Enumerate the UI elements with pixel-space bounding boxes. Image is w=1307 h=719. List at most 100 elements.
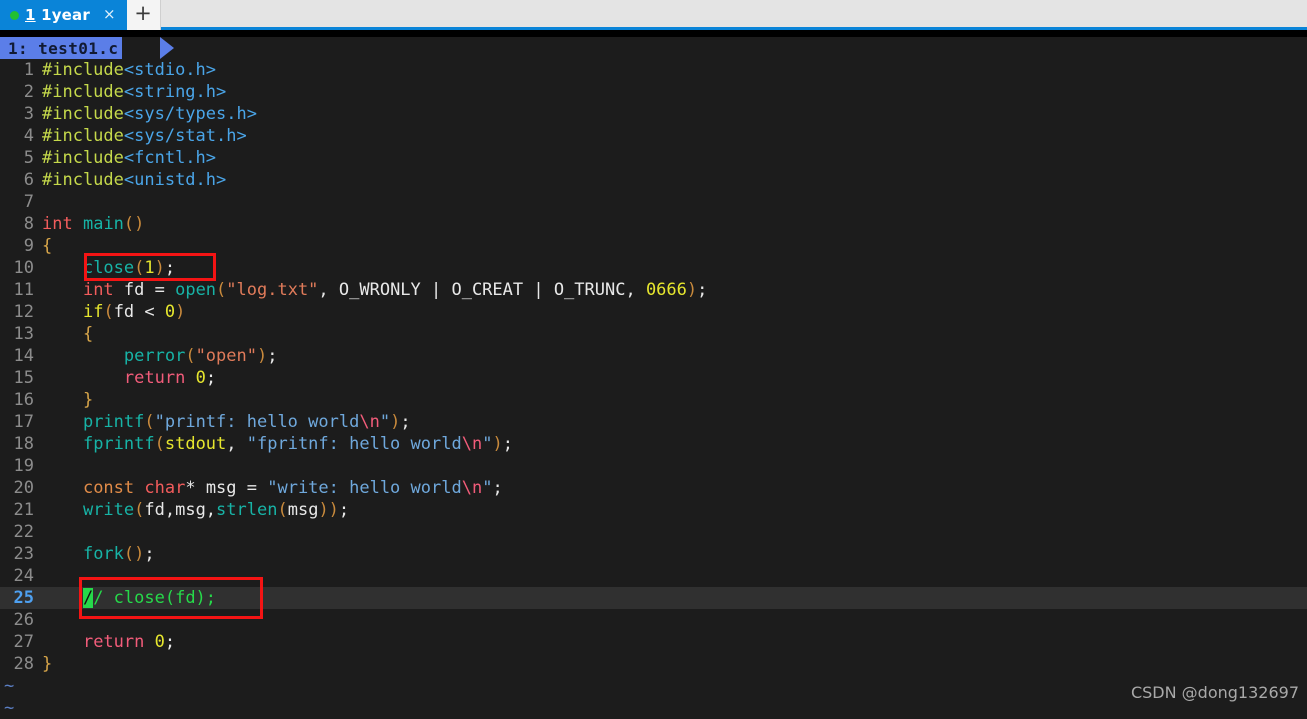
code-line-4[interactable]: 4#include<sys/stat.h> [0,125,1307,147]
code-token [42,588,83,608]
code-token: "open" [196,346,257,366]
code-line-21[interactable]: 21 write(fd,msg,strlen(msg)); [0,499,1307,521]
code-line-9[interactable]: 9{ [0,235,1307,257]
code-token: #include [42,104,124,124]
line-number: 19 [0,455,42,477]
code-token: * msg = [185,478,267,498]
code-token: ) [492,434,502,454]
code-token: ) [155,258,165,278]
code-token [42,478,83,498]
code-line-15[interactable]: 15 return 0; [0,367,1307,389]
code-token: printf [83,412,144,432]
code-token: int [42,214,73,234]
code-token: ; [144,544,154,564]
code-token [144,632,154,652]
code-line-1[interactable]: 1#include<stdio.h> [0,59,1307,81]
tab-bar-empty-area[interactable] [161,0,1307,30]
code-token: char [144,478,185,498]
line-number: 7 [0,191,42,213]
terminal-tab-1year[interactable]: 1 1year × [0,0,127,30]
code-line-27[interactable]: 27 return 0; [0,631,1307,653]
code-token [42,280,83,300]
line-number: 3 [0,103,42,125]
close-icon[interactable]: × [100,7,119,24]
watermark-text: CSDN @dong132697 [1131,683,1299,702]
tab-title: 1 1year [25,6,90,24]
code-token: { [83,324,93,344]
code-token: fd,msg, [144,500,216,520]
code-line-7[interactable]: 7 [0,191,1307,213]
code-line-14[interactable]: 14 perror("open"); [0,345,1307,367]
code-line-6[interactable]: 6#include<unistd.h> [0,169,1307,191]
code-text: #include<stdio.h> [42,59,1307,81]
code-token: #include [42,82,124,102]
terminal-tab-bar: 1 1year × + [0,0,1307,30]
code-token: ) [257,346,267,366]
code-text: #include<sys/types.h> [42,103,1307,125]
code-token: ( [144,412,154,432]
code-token: open [175,280,216,300]
code-token: \n [462,478,482,498]
code-token: <string.h> [124,82,226,102]
code-line-8[interactable]: 8int main() [0,213,1307,235]
code-text: if(fd < 0) [42,301,1307,323]
code-token: ( [185,346,195,366]
code-text: return 0; [42,367,1307,389]
code-token [73,214,83,234]
code-text: close(1); [42,257,1307,279]
code-line-22[interactable]: 22 [0,521,1307,543]
code-line-20[interactable]: 20 const char* msg = "write: hello world… [0,477,1307,499]
buffer-tab-test01-c[interactable]: 1: test01.c [0,37,122,59]
code-token: "log.txt" [226,280,318,300]
code-token: , O_WRONLY | O_CREAT | O_TRUNC, [318,280,646,300]
code-line-25[interactable]: 25 // close(fd); [0,587,1307,609]
code-token [42,258,83,278]
code-token: close [83,258,134,278]
code-token: "fpritnf: hello world [247,434,462,454]
code-line-16[interactable]: 16 } [0,389,1307,411]
code-line-28[interactable]: 28} [0,653,1307,675]
code-token [42,302,83,322]
code-token: fd = [114,280,175,300]
code-token: " [482,434,492,454]
code-text: #include<fcntl.h> [42,147,1307,169]
code-editor[interactable]: 1#include<stdio.h>2#include<string.h>3#i… [0,59,1307,674]
line-number: 1 [0,59,42,81]
code-line-12[interactable]: 12 if(fd < 0) [0,301,1307,323]
code-text: #include<sys/stat.h> [42,125,1307,147]
code-token: ; [267,346,277,366]
code-line-17[interactable]: 17 printf("printf: hello world\n"); [0,411,1307,433]
code-token: ) [175,302,185,322]
code-token: )) [318,500,338,520]
line-number: 23 [0,543,42,565]
code-line-18[interactable]: 18 fprintf(stdout, "fpritnf: hello world… [0,433,1307,455]
code-line-10[interactable]: 10 close(1); [0,257,1307,279]
code-token: <unistd.h> [124,170,226,190]
line-number: 10 [0,257,42,279]
code-text: #include<unistd.h> [42,169,1307,191]
code-line-5[interactable]: 5#include<fcntl.h> [0,147,1307,169]
code-line-3[interactable]: 3#include<sys/types.h> [0,103,1307,125]
code-token: { [42,236,52,256]
code-line-24[interactable]: 24 [0,565,1307,587]
code-text: { [42,323,1307,345]
code-line-2[interactable]: 2#include<string.h> [0,81,1307,103]
vim-tabline: 1: test01.c [0,37,1307,59]
line-number: 24 [0,565,42,587]
new-tab-button[interactable]: + [127,0,161,30]
code-line-19[interactable]: 19 [0,455,1307,477]
code-token [42,544,83,564]
code-line-26[interactable]: 26 [0,609,1307,631]
code-token: <stdio.h> [124,60,216,80]
code-line-13[interactable]: 13 { [0,323,1307,345]
code-token: ; [339,500,349,520]
code-token: \n [462,434,482,454]
code-token: msg [288,500,319,520]
code-line-11[interactable]: 11 int fd = open("log.txt", O_WRONLY | O… [0,279,1307,301]
code-token: ; [400,412,410,432]
line-number: 15 [0,367,42,389]
line-number: 12 [0,301,42,323]
code-token: ; [165,258,175,278]
code-text: } [42,389,1307,411]
code-line-23[interactable]: 23 fork(); [0,543,1307,565]
